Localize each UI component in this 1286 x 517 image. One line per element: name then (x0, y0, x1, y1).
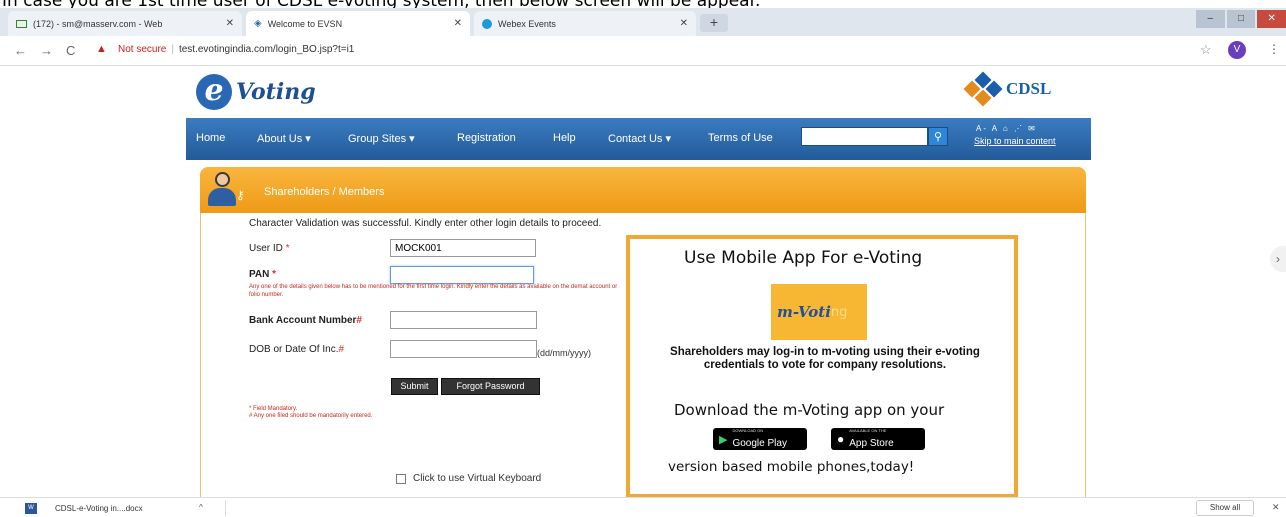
validation-text: Character Validation was successful. Kin… (249, 218, 602, 229)
panel-title: Shareholders / Members (264, 186, 385, 198)
google-play-text: Google Play (732, 437, 787, 449)
dob-label: DOB or Date Of Inc.# (249, 344, 345, 355)
reload-icon[interactable]: C (66, 43, 75, 58)
bank-account-label: Bank Account Number# (249, 315, 362, 326)
search-icon[interactable]: ⚲ (928, 127, 948, 146)
tab-label: (172) - sm@masserv.com - Web (33, 18, 163, 29)
site-icon: ◈ (254, 18, 262, 29)
new-tab-button[interactable]: + (700, 14, 728, 32)
virtual-keyboard-checkbox[interactable] (396, 473, 406, 484)
google-play-icon: ▶ (719, 433, 728, 446)
nav-group-sites[interactable]: Group Sites ▾ (348, 132, 415, 145)
pan-label: PAN * (249, 269, 277, 280)
submit-button[interactable]: Submit (391, 378, 438, 395)
mandatory-note-2: # Any one filed should be mandatorily en… (249, 413, 373, 419)
maximize-icon[interactable]: □ (1226, 10, 1256, 28)
nav-terms-of-use[interactable]: Terms of Use (708, 132, 773, 144)
close-icon[interactable]: ✕ (454, 18, 462, 29)
nav-help[interactable]: Help (553, 132, 576, 144)
url-field[interactable]: Not secure | test.evotingindia.com/login_B… (118, 44, 354, 55)
mandatory-note-1: * Field Mandatory. (249, 406, 298, 412)
search-input[interactable] (801, 127, 928, 146)
user-id-field[interactable] (390, 239, 536, 257)
tab-webex[interactable]: Webex Events ✕ (474, 11, 696, 36)
dob-field[interactable] (390, 340, 537, 358)
cdsl-logo[interactable]: CDSL (963, 71, 1052, 107)
nav-contact-us[interactable]: Contact Us ▾ (608, 132, 671, 145)
version-text: version based mobile phones,today! (668, 459, 915, 475)
nav-home[interactable]: Home (196, 132, 225, 144)
mobile-app-description: Shareholders may log-in to m-voting usin… (670, 346, 980, 371)
google-play-badge[interactable]: ▶ DOWNLOAD ON Google Play (713, 428, 807, 450)
app-store-badge[interactable]: ● AVAILABLE ON THE App Store (831, 428, 925, 450)
chevron-right-icon[interactable]: › (1270, 246, 1286, 272)
download-app-text: Download the m-Voting app on your (674, 401, 945, 419)
window-close-icon[interactable]: ✕ (1257, 10, 1286, 28)
kebab-menu-icon[interactable]: ⋮ (1268, 42, 1280, 56)
user-id-label: User ID * (249, 243, 290, 254)
evoting-logo[interactable]: e Voting (196, 74, 316, 110)
nav-registration[interactable]: Registration (457, 132, 516, 144)
tab-mail[interactable]: (172) - sm@masserv.com - Web ✕ (8, 11, 242, 36)
skip-to-main-link[interactable]: Skip to main content (974, 136, 1056, 146)
dob-format-hint: (dd/mm/yyyy) (537, 348, 591, 358)
key-icon: ⚷ (236, 188, 245, 202)
virtual-keyboard-label: Click to use Virtual Keyboard (413, 473, 542, 484)
forgot-password-button[interactable]: Forgot Password (441, 378, 540, 395)
user-id-label-text: User ID (249, 243, 283, 254)
close-icon[interactable]: ✕ (1272, 502, 1280, 513)
pan-note: Any one of the details given below has t… (249, 284, 618, 298)
tab-evsn[interactable]: ◈ Welcome to EVSN ✕ (246, 11, 470, 36)
window-controls: ‒ □ ✕ (1196, 10, 1286, 28)
tab-label: Welcome to EVSN (267, 18, 343, 29)
mail-icon (16, 19, 27, 28)
back-icon[interactable]: ← (14, 43, 27, 58)
apple-icon: ● (837, 432, 845, 446)
divider (225, 500, 226, 516)
cdsl-wordmark: CDSL (1006, 79, 1052, 98)
pan-label-text: PAN (249, 269, 270, 280)
cdsl-mark-icon (963, 71, 1003, 107)
m-voting-logo-text: m-Voti (777, 303, 831, 321)
download-file-name[interactable]: CDSL-e-Voting in....docx (55, 504, 143, 513)
dob-label-text: DOB or Date Of Inc. (249, 344, 339, 355)
validation-message: Character Validation was successful. Kin… (249, 218, 601, 229)
virtual-keyboard-toggle[interactable]: Click to use Virtual Keyboard (396, 473, 541, 484)
app-store-small-text: AVAILABLE ON THE (849, 427, 887, 433)
m-voting-logo: m-Voti ng (771, 284, 867, 340)
user-icon (208, 172, 236, 206)
accessibility-tools[interactable]: A- A ⌂ ⋰ ✉ (976, 124, 1037, 133)
evoting-e-mark: e (196, 74, 232, 110)
bookmark-star-icon[interactable]: ☆ (1200, 42, 1212, 58)
close-icon[interactable]: ✕ (226, 18, 234, 29)
show-all-button[interactable]: Show all (1196, 500, 1254, 516)
warning-icon: ▲ (96, 43, 107, 55)
m-voting-logo-suffix: ng (830, 304, 848, 320)
nav-about-us[interactable]: About Us ▾ (257, 132, 311, 145)
tab-label: Webex Events (498, 18, 556, 29)
url-text: test.evotingindia.com/login_BO.jsp?t=i1 (178, 44, 355, 55)
mobile-app-title: Use Mobile App For e-Voting (684, 248, 923, 268)
close-icon[interactable]: ✕ (680, 18, 688, 29)
word-doc-icon: W (25, 503, 37, 514)
download-bar (0, 497, 1286, 517)
evoting-wordmark: Voting (236, 79, 316, 105)
minimize-icon[interactable]: ‒ (1196, 10, 1225, 28)
google-play-small-text: DOWNLOAD ON (732, 427, 764, 433)
webex-icon (482, 18, 492, 29)
profile-avatar[interactable]: V (1228, 41, 1246, 59)
pan-field[interactable] (390, 266, 534, 284)
app-store-text: App Store (849, 437, 894, 449)
bank-account-label-text: Bank Account Number (249, 315, 357, 326)
bank-account-field[interactable] (390, 311, 537, 329)
not-secure-label: Not secure (118, 44, 167, 55)
mandatory-notes: * Field Mandatory. # Any one filed shoul… (249, 406, 372, 420)
forward-icon[interactable]: → (40, 43, 53, 58)
chevron-up-icon[interactable]: ^ (199, 503, 203, 512)
